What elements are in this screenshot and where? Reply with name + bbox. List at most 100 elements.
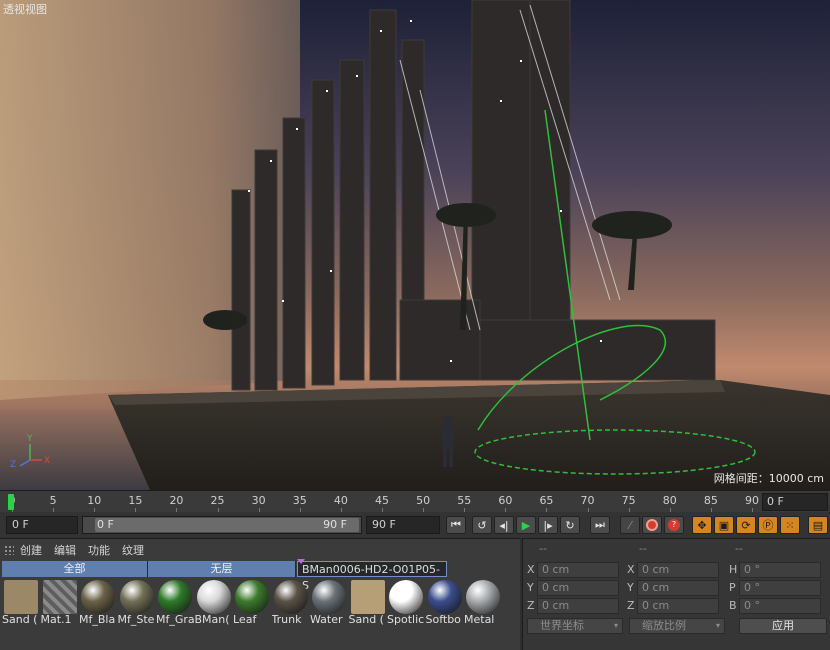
go-to-end-button[interactable]: ⏭: [590, 516, 610, 534]
material-item[interactable]: Sand (: [349, 579, 387, 627]
scale-mode-select[interactable]: 缩放比例 ▾: [629, 618, 725, 634]
axis-label: B: [729, 599, 737, 612]
play-button[interactable]: ▶: [516, 516, 536, 534]
param-key-button[interactable]: Ⓟ: [758, 516, 778, 534]
material-menu-bar: 创建 编辑 功能 纹理: [0, 539, 520, 561]
timeline-window-button[interactable]: ▤: [808, 516, 828, 534]
p-circle-icon: Ⓟ: [762, 519, 774, 532]
material-item[interactable]: Mf_Bla: [79, 579, 117, 627]
material-preview: [119, 580, 154, 614]
go-to-start-button[interactable]: ⏮: [446, 516, 466, 534]
position-x-field[interactable]: 0 cm: [537, 562, 619, 578]
material-label: Sand (: [2, 613, 38, 626]
material-preview: [235, 580, 269, 614]
max-frame-field[interactable]: 90 F: [366, 516, 440, 534]
rotation-b-field[interactable]: 0 °: [739, 598, 821, 614]
rotation-h-field[interactable]: 0 °: [739, 562, 821, 578]
material-label: Water: [310, 613, 343, 626]
menu-create[interactable]: 创建: [20, 542, 42, 558]
next-key-button[interactable]: ↻: [560, 516, 580, 534]
next-frame-button[interactable]: |▸: [538, 516, 558, 534]
position-y-field[interactable]: 0 cm: [537, 580, 619, 596]
size-x-field[interactable]: 0 cm: [637, 562, 719, 578]
size-z-field[interactable]: 0 cm: [637, 598, 719, 614]
move-key-button[interactable]: ✥: [692, 516, 712, 534]
range-start-label: 0 F: [97, 518, 114, 531]
layer-tab-all[interactable]: 全部: [2, 561, 148, 577]
material-layer-tabs: 全部 无层 BMan0006-HD2-O01P05-S: [0, 559, 520, 592]
prev-key-button[interactable]: ↺: [472, 516, 492, 534]
auto-key-icon: ?: [668, 519, 680, 531]
timeline-tick-label: 30: [251, 494, 266, 507]
material-item[interactable]: Water: [310, 579, 348, 627]
panel-grip-icon[interactable]: [4, 545, 14, 555]
material-item[interactable]: Softbo: [426, 579, 464, 627]
grid-dots-icon: ⁙: [785, 518, 795, 532]
material-item[interactable]: BMan(: [195, 579, 233, 627]
material-label: Mf_Ste: [117, 613, 155, 626]
material-preview: [196, 580, 231, 614]
keyframe-selection-button[interactable]: ⁄: [620, 516, 640, 534]
material-label: Metal: [464, 613, 495, 626]
material-preview: [389, 580, 423, 614]
scale-square-icon: ▣: [718, 518, 730, 532]
size-y-field[interactable]: 0 cm: [637, 580, 719, 596]
axis-z-label: Z: [10, 460, 17, 470]
coord-header-position: --: [539, 542, 547, 555]
auto-key-button[interactable]: ?: [664, 516, 684, 534]
rotate-icon: ⟳: [741, 518, 751, 532]
timeline-ticks[interactable]: 051015202530354045505560657075808590: [8, 491, 760, 513]
apply-button[interactable]: 应用: [739, 618, 827, 634]
material-label: BMan(: [194, 613, 230, 626]
timeline-tick-label: 25: [210, 494, 225, 507]
prev-frame-button[interactable]: ◂|: [494, 516, 514, 534]
axis-y-label: Y: [27, 434, 33, 444]
material-item[interactable]: Mat.1: [41, 579, 79, 627]
material-preview: [81, 580, 115, 614]
timeline-tick-label: 20: [169, 494, 184, 507]
material-item[interactable]: Trunk: [272, 579, 310, 627]
min-frame-field[interactable]: 0 F: [6, 516, 78, 534]
perspective-viewport[interactable]: 透视视图 Y X Z 网格间距：10000 cm: [0, 0, 830, 490]
axis-label: H: [729, 563, 738, 576]
playhead[interactable]: [8, 494, 14, 510]
coordinate-manager: -- -- -- X 0 cm X 0 cm H 0 ° Y 0 cm Y 0 …: [522, 538, 830, 650]
material-item[interactable]: Spotlic: [387, 579, 425, 627]
preview-range-slider[interactable]: 0 F 90 F: [82, 516, 362, 534]
material-preview: [158, 580, 192, 614]
timeline-tick-label: 15: [128, 494, 143, 507]
current-frame-field[interactable]: 0 F: [762, 493, 828, 511]
material-item[interactable]: Leaf: [233, 579, 271, 627]
rotate-key-button[interactable]: ⟳: [736, 516, 756, 534]
timeline-tick-label: 85: [703, 494, 718, 507]
material-item[interactable]: Mf_Ste: [118, 579, 156, 627]
axis-label: Y: [627, 581, 634, 594]
pla-key-button[interactable]: ⁙: [780, 516, 800, 534]
position-z-field[interactable]: 0 cm: [537, 598, 619, 614]
material-item[interactable]: Sand (: [2, 579, 40, 627]
material-preview: [42, 580, 77, 614]
record-button[interactable]: [642, 516, 662, 534]
chevron-down-icon: ▾: [715, 621, 720, 630]
menu-texture[interactable]: 纹理: [122, 542, 144, 558]
material-item[interactable]: Mf_Gra: [156, 579, 195, 627]
material-label: Trunk: [271, 613, 302, 626]
film-icon: ▤: [812, 518, 824, 532]
coord-header-rotation: --: [735, 542, 743, 555]
material-preview: [350, 580, 385, 614]
layer-tab-bman[interactable]: BMan0006-HD2-O01P05-S: [297, 559, 447, 592]
rotation-p-field[interactable]: 0 °: [739, 580, 821, 596]
transport-bar: 0 F 0 F 90 F 90 F ⏮ ↺ ◂| ▶ |▸ ↻ ⏭ ⁄ ? ✥ …: [0, 512, 830, 538]
world-coordinates-select[interactable]: 世界坐标 ▾: [527, 618, 623, 634]
menu-edit[interactable]: 编辑: [54, 542, 76, 558]
timeline-tick-label: 70: [580, 494, 595, 507]
preview-range-fill[interactable]: [95, 518, 359, 532]
prev-frame-icon: ◂|: [499, 518, 509, 532]
material-item[interactable]: Metal: [464, 579, 502, 627]
scale-key-button[interactable]: ▣: [714, 516, 734, 534]
layer-tab-none[interactable]: 无层: [148, 561, 296, 577]
material-label: Mf_Bla: [79, 613, 116, 626]
timeline-ruler[interactable]: 051015202530354045505560657075808590 0 F: [0, 490, 830, 513]
menu-function[interactable]: 功能: [88, 542, 110, 558]
coord-header-size: --: [639, 542, 647, 555]
